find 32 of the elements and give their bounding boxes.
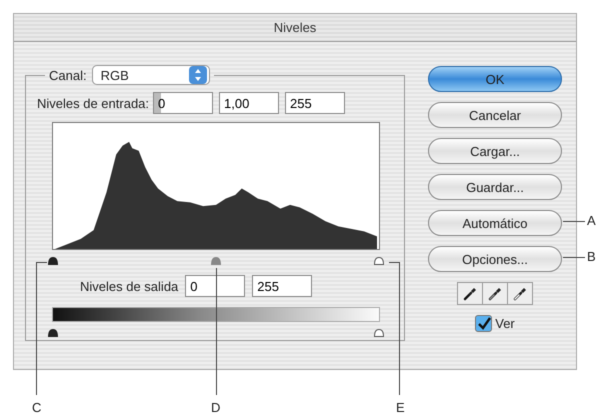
eyedropper-button[interactable] [483, 283, 508, 304]
callout-label: E [396, 400, 405, 415]
dialog-button[interactable]: Guardar... [428, 174, 562, 200]
channel-dropdown[interactable]: RGB [92, 65, 210, 85]
output-level-field[interactable]: 0 [185, 275, 246, 297]
leader-line [563, 257, 585, 258]
channel-label: Canal: [49, 68, 87, 82]
dialog-button[interactable]: Automático [428, 210, 562, 236]
input-level-field[interactable]: 0 [153, 92, 214, 114]
callout-label: C [32, 400, 42, 415]
dialog-button[interactable]: Cancelar [428, 102, 562, 128]
input-level-field[interactable]: 1,00 [219, 92, 280, 114]
callout-label: D [211, 400, 220, 415]
preview-label: Ver [495, 316, 515, 331]
eyedropper-icon [462, 286, 478, 302]
ok-button[interactable]: OK [428, 66, 562, 92]
callout-label: A [587, 213, 596, 228]
leader-line [563, 221, 585, 222]
dialog-button[interactable]: Opciones... [428, 246, 562, 272]
window-title: Niveles [274, 20, 316, 35]
dropdown-arrows-icon [188, 66, 207, 84]
eyedropper-icon [487, 286, 503, 302]
eyedropper-button[interactable] [508, 283, 532, 304]
output-level-field[interactable]: 255 [252, 275, 312, 297]
callout-label: B [587, 249, 596, 264]
eyedropper-button[interactable] [458, 283, 483, 304]
input-levels-label: Niveles de entrada: [37, 96, 150, 110]
dialog-button[interactable]: Cargar... [428, 138, 562, 164]
output-levels-label: Niveles de salida [80, 278, 178, 294]
preview-checkbox[interactable] [475, 315, 492, 332]
eyedropper-icon [512, 286, 528, 302]
input-level-field[interactable]: 255 [285, 92, 346, 114]
